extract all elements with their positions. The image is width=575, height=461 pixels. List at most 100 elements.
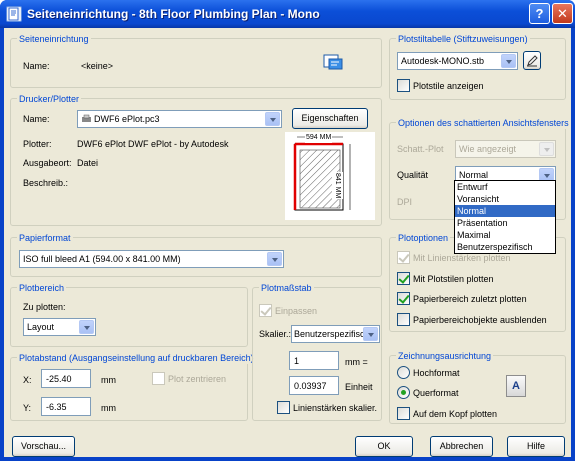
fit-to-paper-label: Einpassen [275, 306, 318, 316]
fit-to-paper-checkbox[interactable] [259, 304, 272, 317]
quality-option-selected[interactable]: Normal [455, 205, 555, 217]
shade-plot-select[interactable]: Wie angezeigt [455, 140, 556, 158]
offset-x-input[interactable]: -25.40 [41, 369, 91, 388]
preview-label: Vorschau... [20, 441, 67, 451]
landscape-label: Querformat [413, 388, 459, 398]
dialog-body: Seiteneinrichtung Name: <keine> Drucker/… [4, 28, 571, 457]
portrait-radio[interactable] [397, 366, 410, 379]
portrait-label: Hochformat [413, 368, 460, 378]
printer-name-label: Name: [23, 114, 50, 124]
paper-size-select[interactable]: ISO full bleed A1 (594.00 x 841.00 MM) [19, 250, 284, 268]
shade-plot-label: Schatt.-Plot [397, 144, 444, 154]
plot-style-group: Plotstiltabelle (Stiftzuweisungen) Autod… [389, 33, 566, 100]
group-title: Drucker/Plotter [17, 93, 82, 105]
scale-value: Benutzerspezifisch [294, 329, 364, 339]
window-title: Seiteneinrichtung - 8th Floor Plumbing P… [27, 7, 320, 21]
quality-dropdown-list[interactable]: Entwurf Voransicht Normal Präsentation M… [454, 180, 556, 254]
group-title: Plotbereich [17, 282, 67, 294]
chevron-down-icon[interactable] [79, 320, 94, 334]
ok-label: OK [377, 441, 391, 451]
quality-label: Qualität [397, 170, 429, 180]
close-title-button[interactable]: ✕ [552, 3, 573, 24]
offset-x-unit: mm [101, 375, 116, 385]
preview-button[interactable]: Vorschau... [12, 436, 75, 457]
quality-option[interactable]: Voransicht [455, 193, 555, 205]
plot-style-select[interactable]: Autodesk-MONO.stb [397, 52, 518, 70]
dpi-label: DPI [397, 197, 413, 207]
cancel-button[interactable]: Abbrechen [430, 436, 493, 457]
plot-area-select[interactable]: Layout [23, 318, 96, 336]
offset-x-label: X: [23, 375, 32, 385]
output-value: Datei [77, 158, 99, 168]
hide-paperspace-checkbox[interactable] [397, 313, 410, 326]
group-title: Papierformat [17, 232, 73, 244]
plot-area-group: Plotbereich Zu plotten: Layout [10, 282, 248, 347]
group-title: Seiteneinrichtung [17, 33, 91, 45]
paperspace-last-checkbox[interactable] [397, 292, 410, 305]
quality-option[interactable]: Maximal [455, 229, 555, 241]
plotter-value: DWF6 ePlot DWF ePlot - by Autodesk [77, 139, 229, 149]
scale-mm-input[interactable]: 1 [289, 351, 339, 370]
landscape-radio[interactable] [397, 386, 410, 399]
hide-paperspace-label: Papierbereichobjekte ausblenden [413, 315, 547, 325]
paper-size-group: Papierformat ISO full bleed A1 (594.00 x… [10, 232, 382, 277]
show-plot-styles-checkbox[interactable] [397, 79, 410, 92]
scale-lineweights-checkbox[interactable] [277, 401, 290, 414]
scale-mm-unit: mm = [345, 357, 368, 367]
upside-down-label: Auf dem Kopf plotten [413, 409, 498, 419]
properties-button[interactable]: Eigenschaften [292, 108, 368, 129]
offset-x-value: -25.40 [46, 374, 72, 384]
paperspace-last-label: Papierbereich zuletzt plotten [413, 294, 527, 304]
scale-select[interactable]: Benutzerspezifisch [291, 325, 380, 343]
quality-option[interactable]: Benutzerspezifisch [455, 241, 555, 253]
offset-y-input[interactable]: -6.35 [41, 397, 91, 416]
group-title: Plotmaßstab [259, 282, 314, 294]
chevron-down-icon[interactable] [267, 252, 282, 266]
offset-y-value: -6.35 [46, 402, 67, 412]
plot-what-label: Zu plotten: [23, 302, 66, 312]
plot-with-styles-label: Mit Plotstilen plotten [413, 274, 494, 284]
scale-lineweights-label: Linienstärken skalier. [293, 403, 378, 413]
page-setup-group: Seiteneinrichtung Name: <keine> [10, 33, 382, 88]
group-title: Plotstiltabelle (Stiftzuweisungen) [396, 33, 530, 45]
page-setup-icon[interactable] [322, 52, 344, 72]
app-icon [6, 6, 22, 22]
chevron-down-icon[interactable] [363, 327, 378, 341]
show-plot-styles-label: Plotstile anzeigen [413, 81, 484, 91]
scale-mm-value: 1 [294, 356, 300, 366]
cancel-label: Abbrechen [439, 441, 484, 451]
edit-plot-style-button[interactable] [523, 51, 541, 70]
preview-height-label: 841 MM [332, 172, 343, 200]
plotter-label: Plotter: [23, 139, 52, 149]
quality-option[interactable]: Präsentation [455, 217, 555, 229]
scale-unit-label: Einheit [345, 382, 373, 392]
group-title: Zeichnungsausrichtung [396, 350, 494, 362]
paper-preview: 594 MM 841 MM [285, 132, 375, 220]
plot-lineweights-checkbox[interactable] [397, 251, 410, 264]
printer-value: DWF6 ePlot.pc3 [94, 114, 160, 124]
help-label: Hilfe [526, 441, 545, 451]
preview-width-label: 594 MM [305, 132, 333, 143]
title-bar[interactable]: Seiteneinrichtung - 8th Floor Plumbing P… [0, 0, 575, 28]
chevron-down-icon[interactable] [539, 142, 554, 156]
help-button[interactable]: Hilfe [507, 436, 565, 457]
upside-down-checkbox[interactable] [397, 407, 410, 420]
help-title-button[interactable]: ? [529, 3, 550, 24]
group-title: Plotabstand (Ausgangseinstellung auf dru… [17, 352, 256, 364]
quality-option[interactable]: Entwurf [455, 181, 555, 193]
center-plot-checkbox[interactable] [152, 372, 165, 385]
name-label: Name: [23, 61, 50, 71]
properties-label: Eigenschaften [301, 113, 359, 123]
plot-area-value: Layout [27, 322, 55, 332]
chevron-down-icon[interactable] [501, 54, 516, 68]
printer-select[interactable]: DWF6 ePlot.pc3 [77, 110, 282, 128]
offset-y-label: Y: [23, 403, 32, 413]
scale-unit-value: 0.03937 [294, 381, 327, 391]
orientation-icon: A [506, 375, 526, 397]
dialog-window: Seiteneinrichtung - 8th Floor Plumbing P… [0, 0, 575, 461]
plot-with-styles-checkbox[interactable] [397, 272, 410, 285]
ok-button[interactable]: OK [355, 436, 413, 457]
plot-scale-group: Plotmaßstab Einpassen Skalier.: Benutzer… [252, 282, 382, 421]
scale-unit-input[interactable]: 0.03937 [289, 376, 339, 395]
chevron-down-icon[interactable] [265, 112, 280, 126]
